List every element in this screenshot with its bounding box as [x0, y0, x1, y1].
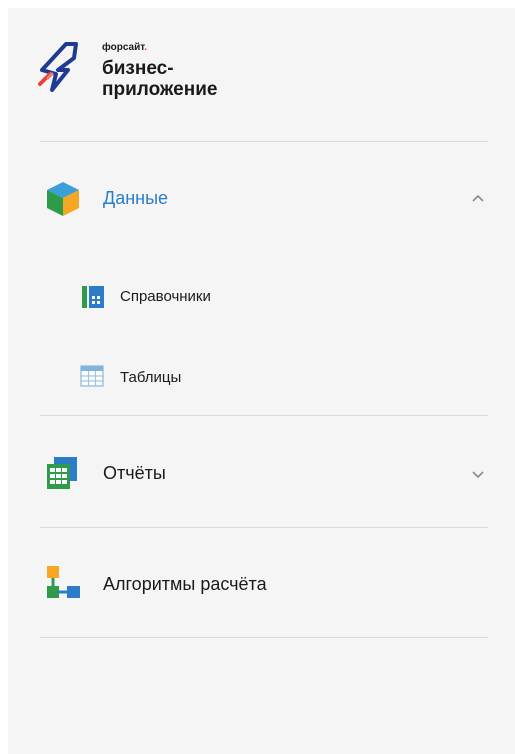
divider: [40, 527, 488, 528]
cube-icon: [47, 182, 79, 216]
app-name-line2: приложение: [102, 79, 218, 100]
foresight-logo-icon: [38, 42, 78, 92]
nav-item-tables-label: Таблицы: [120, 369, 182, 386]
app-name-line1: бизнес-: [102, 58, 174, 79]
divider: [40, 637, 488, 638]
divider: [40, 141, 488, 142]
algorithm-flow-icon: [47, 566, 80, 598]
nav-section-algorithms[interactable]: Алгоритмы расчёта: [40, 562, 488, 606]
navigation-panel: форсайт. бизнес- приложение Данные Справ…: [8, 8, 515, 754]
nav-section-data[interactable]: Данные: [40, 176, 488, 220]
report-icon: [47, 457, 77, 489]
nav-item-directories-label: Справочники: [120, 288, 211, 305]
table-icon: [80, 365, 104, 387]
chevron-down-icon[interactable]: [468, 464, 488, 484]
divider: [40, 415, 488, 416]
nav-section-data-label: Данные: [103, 188, 169, 208]
nav-section-reports[interactable]: Отчёты: [40, 450, 488, 494]
nav-section-reports-label: Отчёты: [103, 463, 166, 483]
app-name: бизнес- приложение: [102, 58, 217, 100]
brand-small-text: форсайт.: [102, 42, 148, 53]
nav-section-algorithms-label: Алгоритмы расчёта: [103, 574, 267, 594]
chevron-up-icon[interactable]: [468, 189, 488, 209]
directory-book-icon: [82, 286, 104, 308]
nav-item-directories[interactable]: Справочники: [40, 281, 488, 313]
nav-item-tables[interactable]: Таблицы: [40, 361, 488, 393]
